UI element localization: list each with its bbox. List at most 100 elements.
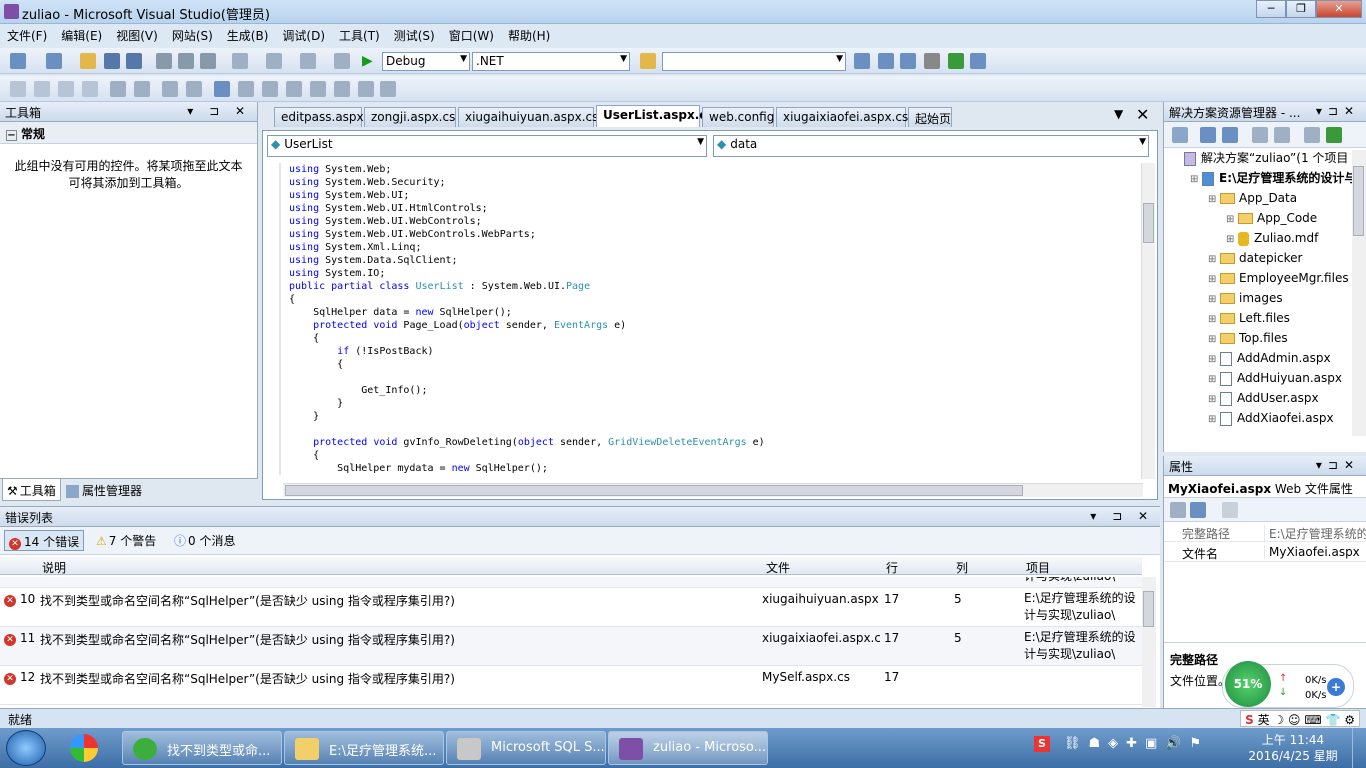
- solution-tree-item[interactable]: ⊞ AddXiaofei.aspx: [1164, 408, 1366, 428]
- uncomment-icon[interactable]: [186, 81, 202, 97]
- find-in-files-icon[interactable]: [640, 53, 656, 69]
- messages-filter-button[interactable]: ⓘ 0 个消息: [170, 530, 239, 551]
- solution-tree-item[interactable]: ⊞ EmployeeMgr.files: [1164, 268, 1366, 288]
- solution-tree-item[interactable]: ⊞ datepicker: [1164, 248, 1366, 268]
- redo-icon[interactable]: [266, 53, 282, 69]
- indent-icon[interactable]: [134, 81, 150, 97]
- tab-property-manager[interactable]: 属性管理器: [62, 479, 146, 501]
- boost-plus-icon[interactable]: +: [1327, 678, 1345, 696]
- errors-filter-button[interactable]: ✕ 14 个错误: [4, 530, 85, 551]
- menu-file[interactable]: 文件(F): [0, 24, 54, 44]
- vertical-scrollbar[interactable]: [1141, 163, 1155, 479]
- save-all-icon[interactable]: [126, 53, 142, 69]
- expand-icon[interactable]: ⊞: [1208, 370, 1220, 390]
- expand-icon[interactable]: ⊞: [1208, 390, 1220, 410]
- expand-icon[interactable]: ⊞: [1208, 190, 1220, 210]
- expand-icon[interactable]: ⊞: [1208, 290, 1220, 310]
- expand-icon[interactable]: ⊞: [1226, 230, 1238, 250]
- properties-object-combo[interactable]: MyXiaofei.aspx Web 文件属性: [1164, 476, 1366, 498]
- bookmark-next-icon[interactable]: [262, 81, 278, 97]
- start-page-icon[interactable]: [948, 53, 964, 69]
- solution-tree-item[interactable]: ⊞ images: [1164, 288, 1366, 308]
- property-pages-icon[interactable]: [1222, 502, 1238, 518]
- tab-xiugaixiaofei[interactable]: xiugaixiaofei.aspx.cs: [776, 107, 908, 127]
- class-combo[interactable]: ◆ UserList ▼: [267, 135, 707, 157]
- solution-tree-item[interactable]: ⊞ AddAdmin.aspx: [1164, 348, 1366, 368]
- navigate-back-icon[interactable]: [300, 53, 316, 69]
- menu-view[interactable]: 视图(V): [109, 24, 165, 44]
- error-row[interactable]: ✕ 12 找不到类型或命名空间名称“SqlHelper”(是否缺少 using 指令…: [0, 666, 1142, 705]
- tree-vscrollbar[interactable]: [1352, 150, 1366, 436]
- menu-test[interactable]: 测试(S): [387, 24, 442, 44]
- categorized-icon[interactable]: [1170, 502, 1186, 518]
- bookmark-window-icon[interactable]: [358, 81, 374, 97]
- comment-icon[interactable]: [162, 81, 178, 97]
- solution-tree-item[interactable]: ⊞ Left.files: [1164, 308, 1366, 328]
- expand-icon[interactable]: ⊞: [1190, 170, 1202, 190]
- aspnet-config-icon[interactable]: [1326, 127, 1342, 143]
- toolbox-section[interactable]: − 常规: [0, 122, 257, 144]
- solution-tree-item[interactable]: ⊞ AddHuiyuan.aspx: [1164, 368, 1366, 388]
- bookmark-folder-icon[interactable]: [286, 81, 302, 97]
- clock[interactable]: 上午 11:44 2016/4/25 星期一: [1248, 732, 1338, 768]
- refresh-icon[interactable]: [1200, 127, 1216, 143]
- header-file[interactable]: 文件: [766, 559, 790, 576]
- start-button[interactable]: [6, 730, 46, 766]
- scroll-thumb[interactable]: [1143, 203, 1154, 243]
- add-item-icon[interactable]: [46, 53, 62, 69]
- format-icon[interactable]: [82, 81, 98, 97]
- minimize-button[interactable]: ─: [1256, 0, 1286, 18]
- property-row[interactable]: 完整路径 E:\足疗管理系统的: [1164, 522, 1366, 542]
- close-document-icon[interactable]: ✕: [1136, 105, 1149, 124]
- header-line[interactable]: 行: [886, 559, 898, 576]
- navigate-forward-icon[interactable]: [334, 53, 350, 69]
- view-designer-icon[interactable]: [1274, 127, 1290, 143]
- expand-icon[interactable]: ⊞: [1208, 250, 1220, 270]
- property-row[interactable]: 文件名 MyXiaofei.aspx: [1164, 542, 1366, 562]
- tree-scroll-thumb[interactable]: [1353, 166, 1364, 236]
- error-row[interactable]: ✕9找不到类型或命名空间名称“SqlHelper”(是否缺少 using 指令或…: [0, 577, 1142, 588]
- solution-tree-item[interactable]: ⊞ E:\足疗管理系统的设计与: [1164, 168, 1366, 188]
- menu-debug[interactable]: 调试(D): [275, 24, 332, 44]
- alphabetical-icon[interactable]: [1190, 502, 1206, 518]
- error-scroll-thumb[interactable]: [1143, 591, 1154, 627]
- tab-zongji[interactable]: zongji.aspx.cs: [364, 107, 456, 127]
- expand-icon[interactable]: ⊞: [1226, 210, 1238, 230]
- solution-config-combo[interactable]: Debug ▼: [382, 52, 470, 71]
- ime-toolbar[interactable]: S 英 ☽ ☺ ⌨ 👕 ⚙: [1240, 710, 1360, 727]
- expand-icon[interactable]: ⊞: [1208, 410, 1220, 430]
- solution-tree-item[interactable]: ⊞ Zuliao.mdf: [1164, 228, 1366, 248]
- panel-controls[interactable]: ▾⊐✕: [1316, 104, 1360, 118]
- horizontal-scrollbar[interactable]: [283, 483, 1143, 497]
- menu-help[interactable]: 帮助(H): [501, 24, 557, 44]
- code-text[interactable]: using System.Web; using System.Web.Securi…: [289, 163, 765, 475]
- panel-controls[interactable]: ▾ ⊐ ✕: [1090, 509, 1154, 523]
- tab-start-page[interactable]: 起始页: [908, 107, 952, 127]
- undo-icon[interactable]: [232, 53, 248, 69]
- bookmark-doc-icon[interactable]: [310, 81, 326, 97]
- show-desktop-button[interactable]: [1352, 728, 1366, 768]
- toolbar-options-icon[interactable]: [380, 81, 396, 97]
- error-row[interactable]: ✕ 11 找不到类型或命名空间名称“SqlHelper”(是否缺少 using 指令…: [0, 627, 1142, 666]
- panel-controls[interactable]: ▾ ⊐ ✕: [187, 104, 251, 118]
- bookmark-prev-icon[interactable]: [238, 81, 254, 97]
- warnings-filter-button[interactable]: ⚠ 7 个警告: [92, 530, 160, 551]
- maximize-button[interactable]: ❐: [1286, 0, 1316, 18]
- tab-web-config[interactable]: web.config: [702, 107, 774, 127]
- pinned-app-icon[interactable]: [64, 732, 104, 766]
- sogou-tray-icon[interactable]: S: [1034, 736, 1050, 752]
- properties-icon[interactable]: [1172, 127, 1188, 143]
- command-window-icon[interactable]: [970, 53, 986, 69]
- bookmark-icon[interactable]: [214, 81, 230, 97]
- taskbar-item-vs[interactable]: zuliao - Microso...: [608, 731, 768, 765]
- menu-window[interactable]: 窗口(W): [442, 24, 501, 44]
- format-icon[interactable]: [10, 81, 26, 97]
- member-combo[interactable]: ◆ data ▼: [713, 135, 1149, 157]
- new-project-icon[interactable]: [10, 53, 26, 69]
- solution-explorer-icon[interactable]: [854, 53, 870, 69]
- tab-xiugaihuiyuan[interactable]: xiugaihuiyuan.aspx.cs: [458, 107, 598, 127]
- header-column[interactable]: 列: [956, 559, 968, 576]
- paste-icon[interactable]: [200, 53, 216, 69]
- format-icon[interactable]: [34, 81, 50, 97]
- header-description[interactable]: 说明: [42, 559, 66, 576]
